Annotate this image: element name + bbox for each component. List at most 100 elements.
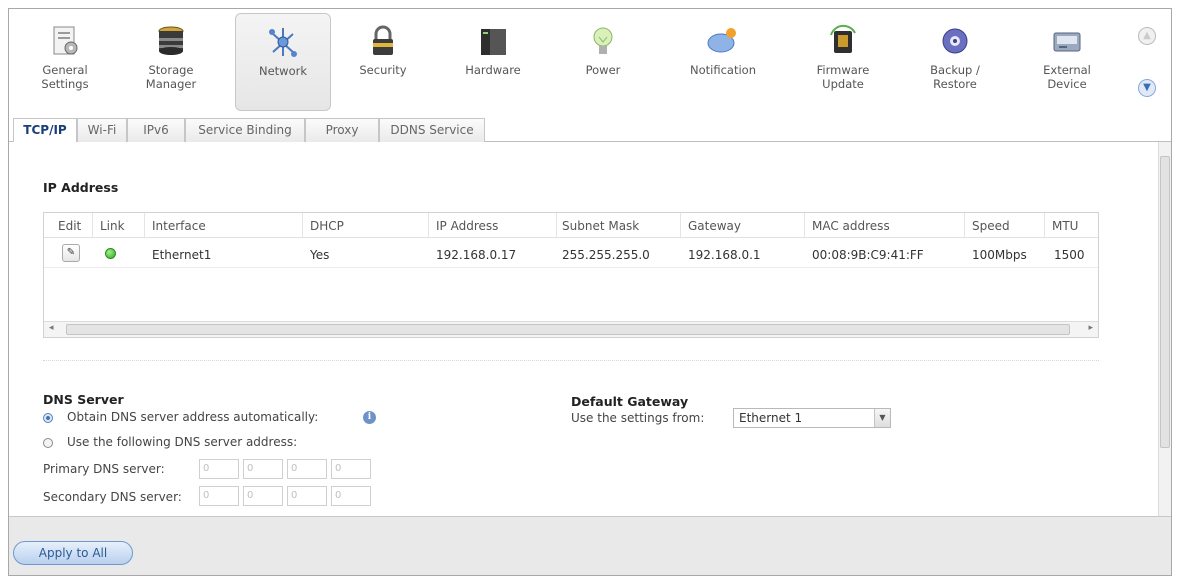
column-header: Subnet Mask (562, 219, 640, 233)
storage-manager-icon (158, 26, 184, 55)
table-header: Edit Link Interface DHCP IP Address Subn… (44, 213, 1098, 238)
interface-table: Edit Link Interface DHCP IP Address Subn… (43, 212, 1099, 338)
column-divider (144, 213, 145, 238)
link-status-icon (105, 248, 116, 259)
control-panel-window: General Settings Storage Manager Network (8, 8, 1172, 576)
column-header: DHCP (310, 219, 344, 233)
secondary-dns-octet-1[interactable]: 0 (199, 486, 239, 506)
row-divider (44, 267, 1098, 268)
column-divider (92, 213, 93, 238)
tab-proxy[interactable]: Proxy (305, 118, 379, 142)
nav-label: Hardware (465, 63, 521, 77)
scroll-right-icon[interactable]: ▸ (1088, 323, 1093, 333)
scrollbar-thumb[interactable] (66, 324, 1070, 335)
dns-server-heading: DNS Server (43, 392, 124, 407)
cell-dhcp: Yes (310, 248, 330, 262)
cell-speed: 100Mbps (972, 248, 1027, 262)
primary-dns-octet-3[interactable]: 0 (287, 459, 327, 479)
nav-storage-manager[interactable]: Storage Manager (123, 13, 219, 111)
primary-dns-octet-2[interactable]: 0 (243, 459, 283, 479)
column-header: IP Address (436, 219, 499, 233)
nav-label: Backup / Restore (930, 63, 980, 91)
secondary-dns-octet-4[interactable]: 0 (331, 486, 371, 506)
vertical-scrollbar[interactable] (1158, 142, 1171, 516)
column-divider (428, 213, 429, 238)
dns-manual-label: Use the following DNS server address: (67, 435, 298, 449)
footer-bar: Apply to All (9, 516, 1171, 575)
ip-address-heading: IP Address (43, 180, 119, 195)
chevron-down-icon[interactable]: ▼ (874, 409, 890, 427)
primary-dns-octet-4[interactable]: 0 (331, 459, 371, 479)
scroll-up-button[interactable]: ▲ (1138, 27, 1156, 45)
nav-firmware-update[interactable]: Firmware Update (795, 13, 891, 111)
column-divider (964, 213, 965, 238)
tab-ipv6[interactable]: IPv6 (127, 118, 185, 142)
nav-power[interactable]: Power (555, 13, 651, 111)
primary-dns-label: Primary DNS server: (43, 462, 165, 476)
horizontal-scrollbar[interactable]: ◂ ▸ (44, 321, 1098, 337)
nav-label: Notification (690, 63, 756, 77)
secondary-dns-octet-2[interactable]: 0 (243, 486, 283, 506)
nav-label: General Settings (41, 63, 89, 91)
cell-ip-address: 192.168.0.17 (436, 248, 517, 262)
cell-mtu: 1500 (1054, 248, 1085, 262)
cell-mac-address: 00:08:9B:C9:41:FF (812, 248, 924, 262)
nav-notification[interactable]: Notification (675, 13, 771, 111)
edit-button[interactable]: ✎ (62, 244, 80, 262)
nav-label: Power (585, 63, 621, 77)
column-header: MAC address (812, 219, 890, 233)
column-header: Gateway (688, 219, 742, 233)
category-toolbar: General Settings Storage Manager Network (9, 9, 1171, 117)
scroll-left-icon[interactable]: ◂ (49, 323, 54, 333)
scrollbar-thumb[interactable] (1160, 156, 1170, 448)
nav-label: Firmware Update (816, 63, 870, 91)
gateway-interface-select[interactable]: Ethernet 1 ▼ (733, 408, 891, 428)
column-divider (556, 213, 557, 238)
dns-auto-radio[interactable] (43, 413, 53, 423)
cell-gateway: 192.168.0.1 (688, 248, 761, 262)
secondary-dns-octet-3[interactable]: 0 (287, 486, 327, 506)
tcp-ip-panel: IP Address Edit Link Interface DHCP IP A… (9, 142, 1171, 516)
tab-wifi[interactable]: Wi-Fi (77, 118, 127, 142)
tab-ddns-service[interactable]: DDNS Service (379, 118, 485, 142)
nav-label: Security (359, 63, 407, 77)
tab-service-binding[interactable]: Service Binding (185, 118, 305, 142)
nav-hardware[interactable]: Hardware (445, 13, 541, 111)
chevron-down-icon[interactable]: ▼ (1138, 79, 1156, 97)
tab-tcp-ip[interactable]: TCP/IP (13, 118, 77, 143)
nav-general-settings[interactable]: General Settings (17, 13, 113, 111)
tab-bar: TCP/IP Wi-Fi IPv6 Service Binding Proxy … (9, 116, 1171, 143)
firmware-icon (830, 24, 856, 53)
column-header: Link (100, 219, 125, 233)
nav-label: Storage Manager (145, 63, 197, 91)
hardware-icon (481, 29, 506, 55)
column-divider (302, 213, 303, 238)
section-divider (43, 360, 1099, 361)
backup-restore-icon (942, 28, 968, 54)
secondary-dns-label: Secondary DNS server: (43, 490, 182, 504)
general-settings-icon (53, 26, 78, 55)
dns-auto-label: Obtain DNS server address automatically: (67, 410, 319, 424)
nav-backup-restore[interactable]: Backup / Restore (907, 13, 1003, 111)
gateway-source-label: Use the settings from: (571, 411, 705, 425)
nav-security[interactable]: Security (335, 13, 431, 111)
cell-interface: Ethernet1 (152, 248, 212, 262)
apply-to-all-button[interactable]: Apply to All (13, 541, 133, 565)
cell-subnet-mask: 255.255.255.0 (562, 248, 650, 262)
dns-manual-radio[interactable] (43, 438, 53, 448)
nav-label: External Device (1043, 63, 1091, 91)
nav-label: Network (258, 64, 308, 78)
lock-icon (373, 25, 393, 55)
info-icon[interactable]: i (363, 411, 376, 424)
nav-network[interactable]: Network (235, 13, 331, 111)
primary-dns-octet-1[interactable]: 0 (199, 459, 239, 479)
column-divider (804, 213, 805, 238)
default-gateway-heading: Default Gateway (571, 394, 689, 409)
column-header: Interface (152, 219, 206, 233)
nav-external-device[interactable]: External Device (1019, 13, 1115, 111)
external-device-icon (1053, 32, 1081, 52)
column-header: Speed (972, 219, 1010, 233)
column-divider (680, 213, 681, 238)
gateway-interface-value: Ethernet 1 (739, 411, 803, 425)
column-divider (1044, 213, 1045, 238)
